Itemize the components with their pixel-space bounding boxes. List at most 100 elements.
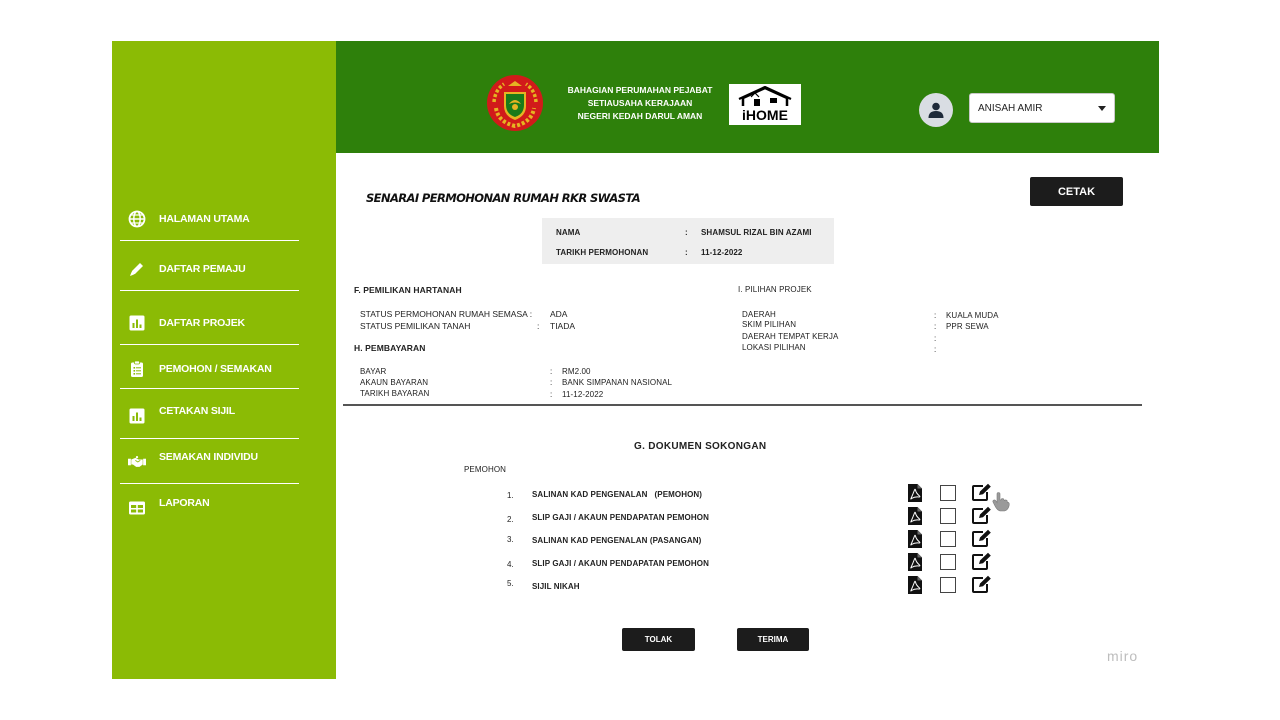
name-separator: : — [685, 228, 688, 237]
field-value: ADA — [550, 309, 568, 319]
name-label: NAMA — [556, 228, 581, 237]
document-number: 5. — [507, 579, 514, 588]
document-checkbox[interactable] — [940, 554, 956, 570]
user-dropdown-value: ANISAH AMIR — [978, 102, 1043, 114]
document-checkbox[interactable] — [940, 508, 956, 524]
globe-icon — [128, 210, 146, 228]
document-number: 4. — [507, 560, 514, 569]
field-separator: : — [550, 390, 553, 399]
sidebar-item-pemohon-semakan[interactable]: PEMOHON / SEMAKAN — [120, 346, 299, 392]
field-separator: : — [550, 378, 553, 387]
handshake-icon — [128, 453, 146, 471]
ihome-logo: iHOME — [729, 84, 801, 125]
sidebar-item-halaman-utama[interactable]: HALAMAN UTAMA — [120, 196, 299, 242]
pdf-file-icon[interactable] — [908, 484, 922, 502]
org-name: BAHAGIAN PERUMAHAN PEJABAT SETIAUSAHA KE… — [540, 84, 740, 123]
field-label: LOKASI PILIHAN — [742, 343, 806, 352]
pen-icon — [128, 260, 146, 278]
edit-icon[interactable] — [972, 483, 992, 501]
document-checkbox[interactable] — [940, 577, 956, 593]
field-label: DAERAH — [742, 310, 776, 319]
field-separator: : — [934, 311, 937, 320]
org-name-line: BAHAGIAN PERUMAHAN PEJABAT — [567, 85, 713, 95]
document-name: SLIP GAJI / AKAUN PENDAPATAN PEMOHON — [532, 513, 709, 522]
sidebar-item-label: LAPORAN — [159, 497, 210, 509]
document-name: SIJIL NIKAH — [532, 582, 580, 591]
sidebar-item-label: CETAKAN SIJIL — [159, 405, 235, 417]
bar-chart-icon — [128, 407, 146, 425]
pdf-file-icon[interactable] — [908, 530, 922, 548]
edit-icon[interactable] — [972, 575, 992, 593]
page-title: SENARAI PERMOHONAN RUMAH RKR SWASTA — [366, 191, 641, 205]
edit-icon[interactable] — [972, 529, 992, 547]
edit-icon[interactable] — [972, 506, 992, 524]
pdf-file-icon[interactable] — [908, 576, 922, 594]
document-name: SALINAN KAD PENGENALAN (PASANGAN) — [532, 536, 702, 545]
date-separator: : — [685, 248, 688, 257]
reject-button[interactable]: TOLAK — [622, 628, 695, 651]
field-label: BAYAR — [360, 367, 387, 376]
sidebar-item-cetakan-sijil[interactable]: CETAKAN SIJIL — [120, 393, 299, 439]
hand-cursor-icon — [992, 492, 1010, 517]
document-name: SALINAN KAD PENGENALAN (PEMOHON) — [532, 490, 703, 499]
field-label: STATUS PERMOHONAN RUMAH SEMASA : — [360, 309, 533, 319]
section-title-pemilikan: F. PEMILIKAN HARTANAH — [354, 285, 462, 295]
document-name: SLIP GAJI / AKAUN PENDAPATAN PEMOHON — [532, 559, 709, 568]
applicant-summary: NAMA : SHAMSUL RIZAL BIN AZAMI TARIKH PE… — [542, 218, 834, 264]
print-button[interactable]: CETAK — [1030, 177, 1123, 206]
sidebar-item-label: PEMOHON / SEMAKAN — [159, 363, 272, 375]
sidebar-divider — [120, 344, 299, 345]
header-bar: BAHAGIAN PERUMAHAN PEJABAT SETIAUSAHA KE… — [336, 41, 1159, 153]
miro-watermark: miro — [1107, 648, 1139, 664]
table-icon — [128, 499, 146, 517]
field-label: STATUS PEMILIKAN TANAH — [360, 321, 471, 331]
field-separator: : — [934, 322, 937, 331]
user-avatar[interactable] — [919, 93, 953, 127]
chevron-down-icon — [1098, 106, 1106, 111]
pdf-file-icon[interactable] — [908, 553, 922, 571]
document-number: 2. — [507, 515, 514, 524]
document-checkbox[interactable] — [940, 485, 956, 501]
accept-button[interactable]: TERIMA — [737, 628, 809, 651]
sidebar-item-daftar-pemaju[interactable]: DAFTAR PEMAJU — [120, 246, 299, 292]
sidebar-item-label: DAFTAR PROJEK — [159, 317, 245, 329]
documents-group-label: PEMOHON — [464, 465, 507, 474]
sidebar-item-daftar-projek[interactable]: DAFTAR PROJEK — [120, 300, 299, 346]
house-icon — [738, 86, 792, 106]
sidebar-divider — [120, 290, 299, 291]
name-value: SHAMSUL RIZAL BIN AZAMI — [701, 228, 812, 237]
sidebar-item-semakan-individu[interactable]: SEMAKAN INDIVIDU — [120, 439, 299, 485]
sidebar-divider — [120, 388, 299, 389]
field-label: AKAUN BAYARAN — [360, 378, 429, 387]
section-title-pilihan-projek: I. PILIHAN PROJEK — [738, 285, 812, 294]
user-dropdown[interactable]: ANISAH AMIR — [969, 93, 1115, 123]
field-separator: : — [550, 367, 553, 376]
field-separator: : — [934, 334, 937, 343]
date-label: TARIKH PERMOHONAN — [556, 248, 649, 257]
field-value: TIADA — [550, 321, 576, 331]
field-separator: : — [537, 321, 540, 331]
user-icon — [928, 102, 944, 118]
pdf-file-icon[interactable] — [908, 507, 922, 525]
ihome-logo-text: iHOME — [742, 107, 788, 123]
org-name-line: SETIAUSAHA KERAJAAN — [587, 98, 693, 108]
field-value: KUALA MUDA — [946, 311, 999, 320]
field-label: DAERAH TEMPAT KERJA — [742, 332, 839, 341]
bar-chart-icon — [128, 314, 146, 332]
document-number: 3. — [507, 535, 514, 544]
date-value: 11-12-2022 — [701, 248, 743, 257]
field-value: PPR SEWA — [946, 322, 989, 331]
sidebar-item-laporan[interactable]: LAPORAN — [120, 485, 299, 531]
field-value: 11-12-2022 — [562, 390, 604, 399]
section-title-pembayaran: H. PEMBAYARAN — [354, 343, 426, 353]
clipboard-icon — [128, 360, 146, 378]
field-label: SKIM PILIHAN — [742, 320, 797, 329]
sidebar-item-label: DAFTAR PEMAJU — [159, 263, 246, 275]
field-label: TARIKH BAYARAN — [360, 389, 430, 398]
sidebar-divider — [120, 240, 299, 241]
document-checkbox[interactable] — [940, 531, 956, 547]
edit-icon[interactable] — [972, 552, 992, 570]
field-value: BANK SIMPANAN NASIONAL — [562, 378, 673, 387]
field-separator: : — [934, 345, 937, 354]
field-value: RM2.00 — [562, 367, 591, 376]
